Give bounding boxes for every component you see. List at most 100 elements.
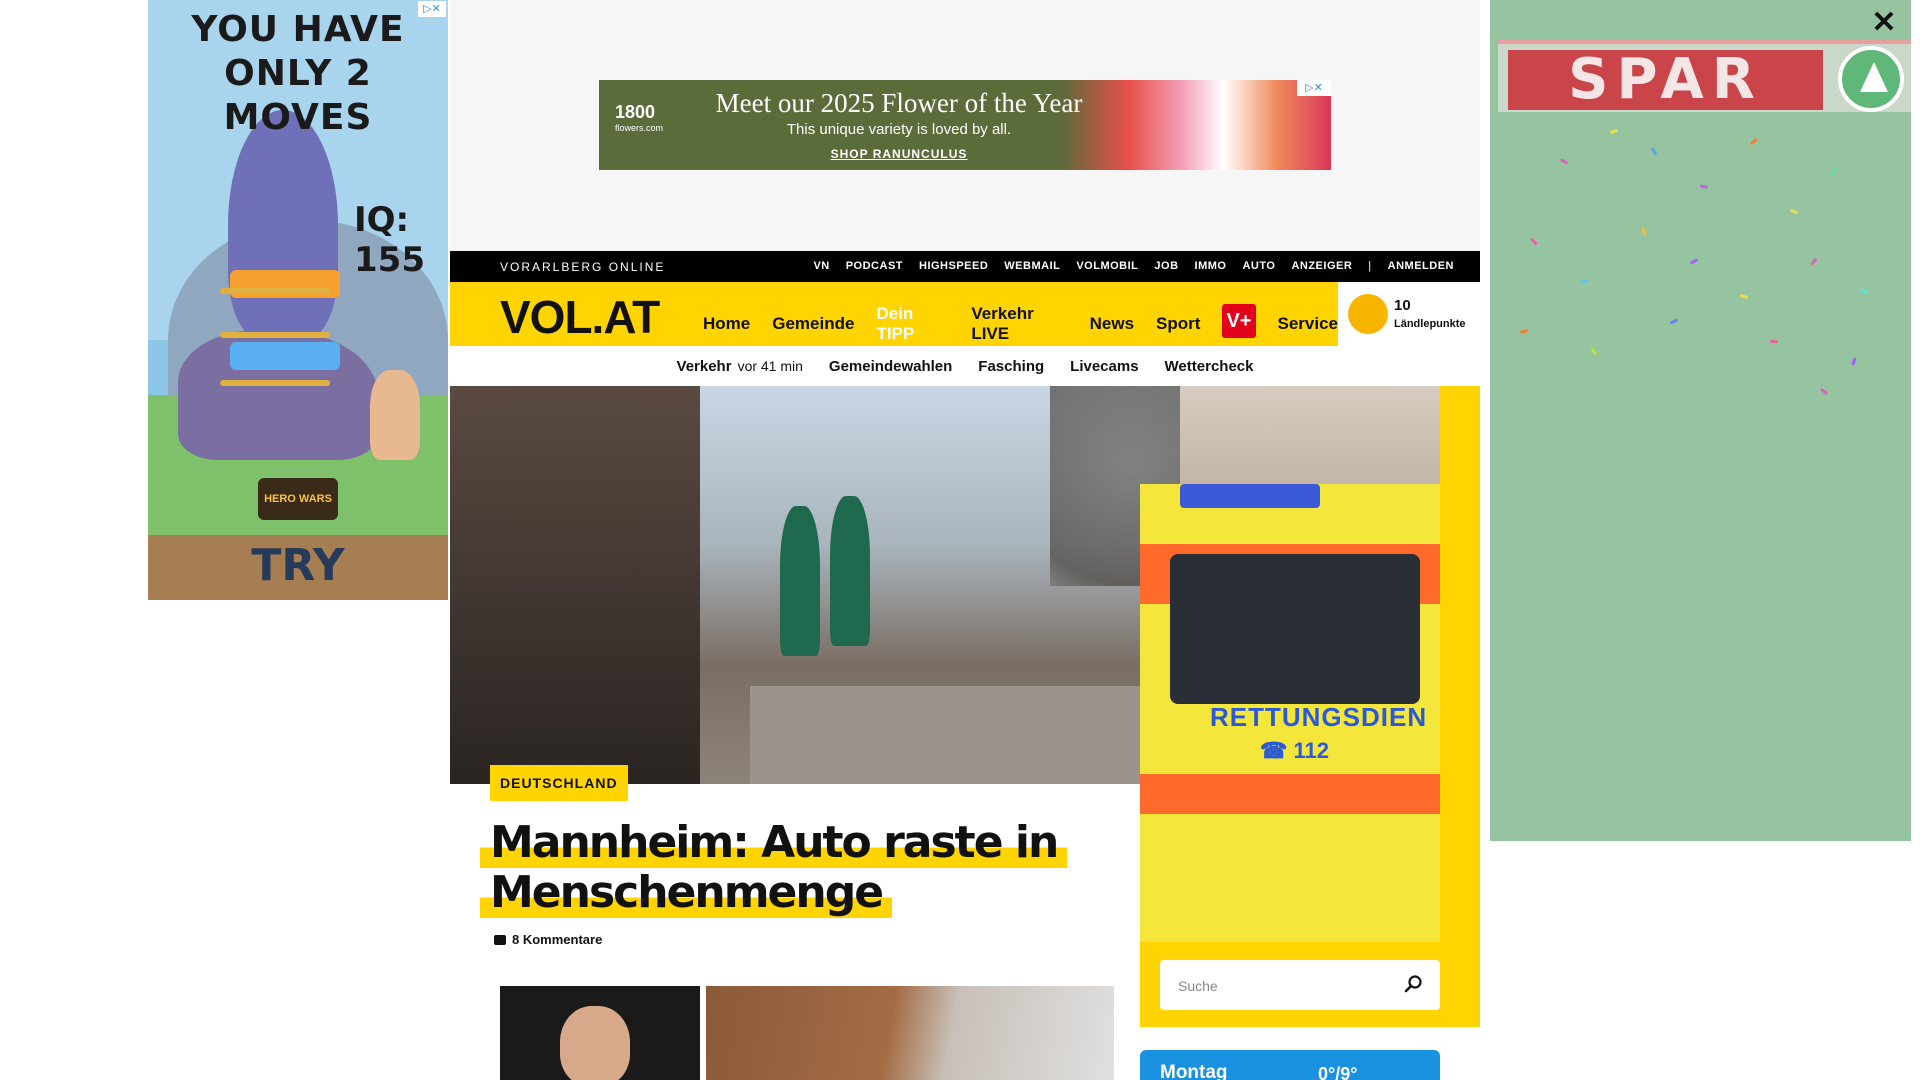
weather-day: Montag (1160, 1062, 1228, 1080)
ad-creature-illustration (228, 110, 338, 340)
confetti (1749, 137, 1759, 146)
photo-building (450, 386, 700, 784)
ad-puzzle-pin (220, 380, 330, 386)
subnav-wettercheck[interactable]: Wettercheck (1165, 358, 1254, 375)
spar-logo-bar: SPAR (1498, 40, 1911, 112)
utility-link-volmobil[interactable]: VOLMOBIL (1076, 260, 1138, 272)
banner-subtitle: This unique variety is loved by all. (786, 121, 1012, 138)
vplus-button[interactable]: V+ (1222, 304, 1256, 338)
nav-item-service[interactable]: Service (1278, 314, 1339, 334)
ambulance-photo[interactable]: RETTUNGSDIEN ☎ 112 (1140, 484, 1440, 942)
adchoices-icon[interactable]: ▷✕ (1297, 80, 1331, 96)
confetti (1810, 257, 1818, 266)
utility-link-vn[interactable]: VN (813, 260, 829, 272)
search-icon[interactable] (1404, 974, 1424, 994)
confetti (1650, 147, 1658, 156)
article-thumbnail[interactable] (500, 986, 700, 1080)
search-box[interactable]: Suche (1160, 960, 1440, 1010)
left-skyscraper-ad[interactable]: YOU HAVE ONLY 2 MOVES IQ: 155 HERO WARS … (148, 0, 448, 600)
verkehr-timestamp: vor 41 min (737, 357, 803, 374)
ad-hero-character (370, 370, 420, 460)
utility-link-auto[interactable]: AUTO (1242, 260, 1275, 272)
spar-ad[interactable]: SPAR (1490, 0, 1911, 841)
utility-link-immo[interactable]: IMMO (1195, 260, 1227, 272)
confetti (1609, 128, 1619, 135)
spar-tree-icon (1838, 46, 1904, 112)
vol-at-logo[interactable]: VOL.AT (500, 290, 660, 344)
weather-temp: 0°/9° (1318, 1064, 1358, 1080)
confetti (1689, 258, 1699, 265)
confetti (1559, 158, 1569, 165)
nav-item-verkehr-live[interactable]: Verkehr LIVE (971, 304, 1067, 344)
category-badge[interactable]: DEUTSCHLAND (490, 765, 628, 801)
points-count: 10 (1394, 297, 1411, 314)
ambulance-window (1170, 554, 1420, 704)
nav-item-home[interactable]: Home (703, 314, 750, 334)
confetti (1769, 339, 1779, 344)
main-navigation: VOL.AT Home Gemeinde Dein TIPP Verkehr L… (450, 282, 1338, 346)
person-photo (560, 1006, 630, 1080)
banner-title: Meet our 2025 Flower of the Year (715, 88, 1083, 118)
ambulance-stripe (1140, 774, 1440, 814)
weather-widget[interactable]: Montag 0°/9° (1140, 1050, 1440, 1080)
utility-link-anzeiger[interactable]: ANZEIGER (1291, 260, 1352, 272)
utility-link-webmail[interactable]: WEBMAIL (1004, 260, 1060, 272)
hero-wars-logo: HERO WARS (258, 478, 338, 520)
confetti (1699, 184, 1709, 189)
confetti (1819, 387, 1829, 396)
utility-link-podcast[interactable]: PODCAST (846, 260, 903, 272)
article-thumbnail[interactable] (706, 986, 1114, 1080)
confetti (1641, 227, 1647, 236)
subnav-livecams[interactable]: Livecams (1070, 358, 1138, 375)
mountain-sun-icon (1348, 294, 1388, 334)
utility-separator: | (1368, 260, 1372, 272)
confetti (1789, 208, 1799, 215)
vorarlberg-online-label: VORARLBERG ONLINE (500, 260, 666, 274)
utility-link-job[interactable]: JOB (1154, 260, 1178, 272)
ad-puzzle-chamber (230, 342, 340, 370)
nav-item-sport[interactable]: Sport (1156, 314, 1200, 334)
shop-ranunculus-link[interactable]: SHOP RANUNCULUS (709, 147, 1089, 161)
confetti (1579, 279, 1589, 284)
confetti (1859, 287, 1869, 296)
comment-icon (494, 934, 506, 945)
search-input[interactable]: Suche (1178, 978, 1218, 994)
subnav-fasching[interactable]: Fasching (978, 358, 1044, 375)
ad-try-button[interactable]: TRY (148, 540, 448, 591)
subnav-gemeindewahlen[interactable]: Gemeindewahlen (829, 358, 952, 375)
ad-puzzle-pin (220, 332, 330, 338)
subnav-verkehr[interactable]: Verkehr vor 41 min (677, 358, 803, 375)
photo-umbrella (780, 506, 820, 656)
top-utility-bar: VORARLBERG ONLINE VN PODCAST HIGHSPEED W… (450, 251, 1480, 282)
nav-item-news[interactable]: News (1090, 314, 1134, 334)
confetti (1851, 357, 1857, 366)
utility-link-highspeed[interactable]: HIGHSPEED (919, 260, 988, 272)
adchoices-icon[interactable]: ▷✕ (418, 1, 446, 17)
login-link[interactable]: ANMELDEN (1388, 260, 1454, 272)
ad-puzzle-pin (220, 288, 330, 294)
comments-link[interactable]: 8 Kommentare (494, 932, 602, 947)
nav-item-dein-tipp[interactable]: Dein TIPP (876, 304, 949, 344)
spar-wordmark: SPAR (1508, 50, 1823, 110)
article-headline[interactable]: Mannheim: Auto raste in Menschenmenge (480, 817, 1120, 918)
comments-count: 8 Kommentare (512, 932, 603, 947)
laendlepunkte-widget[interactable]: 10 Ländlepunkte (1338, 282, 1480, 346)
ambulance-phone: ☎ 112 (1260, 738, 1330, 763)
confetti (1530, 237, 1538, 246)
flowers-banner-ad[interactable]: 1800 flowers.com Meet our 2025 Flower of… (599, 80, 1331, 170)
blue-light (1180, 484, 1320, 508)
ad-iq-text: IQ: 155 (354, 200, 425, 280)
confetti (1590, 347, 1598, 356)
confetti (1830, 167, 1838, 176)
nav-item-gemeinde[interactable]: Gemeinde (772, 314, 854, 334)
photo-umbrella (830, 496, 870, 646)
confetti (1519, 329, 1529, 334)
close-ad-button[interactable]: ✕ (1869, 8, 1899, 38)
confetti (1669, 318, 1679, 325)
confetti (1739, 294, 1749, 299)
sub-navigation: Verkehr vor 41 min Gemeindewahlen Faschin… (450, 346, 1480, 386)
ad-headline: YOU HAVE ONLY 2 MOVES (191, 9, 405, 138)
ambulance-lettering: RETTUNGSDIEN (1210, 702, 1428, 732)
1800flowers-logo: 1800 flowers.com (615, 102, 664, 133)
points-label: Ländlepunkte (1394, 318, 1466, 330)
